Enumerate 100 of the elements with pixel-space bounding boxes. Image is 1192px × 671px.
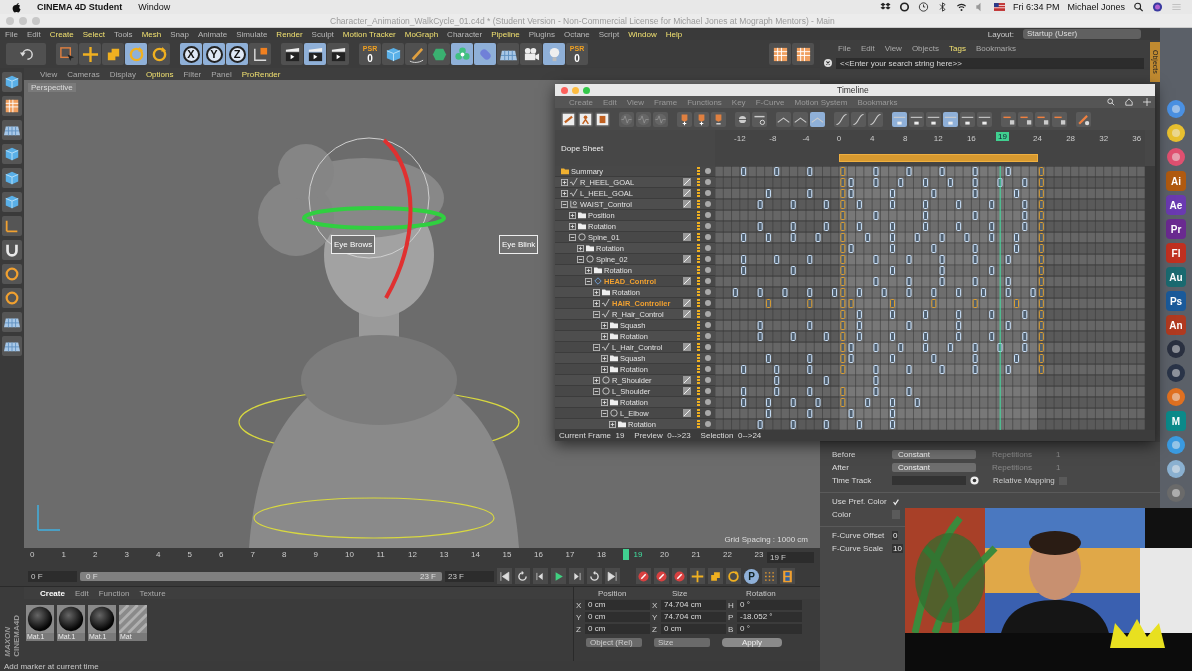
expand-toggle[interactable] bbox=[593, 288, 600, 296]
menu-item[interactable]: Bookmarks bbox=[975, 43, 1016, 53]
dropdown[interactable]: Constant bbox=[892, 463, 976, 472]
wifi-icon[interactable] bbox=[955, 2, 967, 12]
cube-button[interactable] bbox=[2, 168, 22, 188]
menu-item[interactable]: Texture bbox=[139, 588, 166, 598]
search-icon[interactable] bbox=[1133, 2, 1144, 12]
menu-item[interactable]: Render bbox=[276, 29, 303, 39]
axis-lock-button[interactable]: Z bbox=[226, 43, 248, 65]
waveform-button[interactable] bbox=[636, 111, 651, 127]
brush-button[interactable] bbox=[1076, 111, 1091, 127]
loop-button[interactable] bbox=[587, 568, 602, 584]
expand-toggle[interactable] bbox=[569, 211, 576, 219]
axis-lock-button[interactable]: Y bbox=[203, 43, 225, 65]
app-icon[interactable] bbox=[1166, 459, 1186, 479]
loop-button[interactable] bbox=[515, 568, 530, 584]
expand-toggle[interactable] bbox=[601, 321, 608, 329]
go-to-start-button[interactable] bbox=[497, 568, 512, 584]
frame-field[interactable]: 19 F bbox=[767, 551, 814, 563]
expand-toggle[interactable] bbox=[593, 299, 600, 307]
peak-button[interactable] bbox=[793, 111, 808, 127]
expand-toggle[interactable] bbox=[577, 244, 584, 252]
line-button[interactable] bbox=[752, 111, 767, 127]
cube-button[interactable] bbox=[382, 43, 404, 65]
dots-button[interactable] bbox=[762, 568, 777, 584]
expand-toggle[interactable] bbox=[561, 189, 568, 197]
clapperboard-button[interactable] bbox=[304, 43, 326, 65]
circle-button[interactable] bbox=[735, 111, 750, 127]
menu-item[interactable]: Pipeline bbox=[491, 29, 520, 39]
menu-item[interactable]: Plugins bbox=[528, 29, 555, 39]
mode-dropdown[interactable]: Object (Rel) bbox=[586, 638, 642, 647]
checker-button[interactable] bbox=[769, 43, 791, 65]
number-field[interactable]: 0 cm bbox=[661, 624, 726, 634]
number-field[interactable]: 0 ° bbox=[737, 600, 802, 610]
expand-toggle[interactable] bbox=[609, 420, 616, 428]
menu-item[interactable]: Edit bbox=[860, 43, 875, 53]
layout-dropdown[interactable]: Startup (User) bbox=[1023, 29, 1141, 39]
film-button[interactable] bbox=[595, 111, 610, 127]
curve-button[interactable] bbox=[851, 111, 866, 127]
expand-toggle[interactable] bbox=[601, 332, 608, 340]
menu-item[interactable]: Function bbox=[98, 588, 130, 598]
expand-toggle[interactable] bbox=[593, 376, 600, 384]
lock-button[interactable] bbox=[1035, 111, 1050, 127]
grid-button[interactable] bbox=[2, 120, 22, 140]
key-add-button[interactable] bbox=[694, 111, 709, 127]
figure-button[interactable] bbox=[578, 111, 593, 127]
previous-key-button[interactable] bbox=[533, 568, 548, 584]
app-icon[interactable] bbox=[1166, 99, 1186, 119]
number-field[interactable]: 74.704 cm bbox=[661, 600, 726, 610]
lock-button[interactable] bbox=[1018, 111, 1033, 127]
waveform-button[interactable] bbox=[619, 111, 634, 127]
next-key-button[interactable] bbox=[569, 568, 584, 584]
menu-item[interactable]: Options bbox=[145, 69, 174, 79]
close-icon[interactable] bbox=[824, 59, 832, 67]
number-field[interactable]: 0 cm bbox=[585, 600, 650, 610]
menu-item[interactable]: View bbox=[884, 43, 902, 53]
expand-toggle[interactable] bbox=[585, 277, 592, 285]
number-field[interactable]: 0 cm bbox=[585, 624, 650, 634]
arrows-icon[interactable] bbox=[1143, 98, 1151, 106]
menu-item[interactable]: Display bbox=[109, 69, 136, 79]
menu-item[interactable]: MoGraph bbox=[404, 29, 439, 39]
menu-item[interactable]: File bbox=[5, 29, 18, 39]
user-name[interactable]: Michael Jones bbox=[1067, 2, 1125, 12]
viewport-label[interactable]: Eye Blink bbox=[499, 235, 539, 254]
clock-text[interactable]: Fri 6:34 PM bbox=[1012, 2, 1060, 12]
app-icon[interactable]: Fl bbox=[1166, 243, 1186, 263]
number-field[interactable]: 0 cm bbox=[585, 612, 650, 622]
rotate-button[interactable] bbox=[726, 568, 741, 584]
menu-item[interactable]: Simulate bbox=[236, 29, 268, 39]
menu-item[interactable]: Script bbox=[598, 29, 620, 39]
scale-button[interactable] bbox=[102, 43, 124, 65]
app-icon[interactable]: Ps bbox=[1166, 291, 1186, 311]
floor-grid-button[interactable] bbox=[497, 43, 519, 65]
scale-button[interactable] bbox=[708, 568, 723, 584]
grid-button[interactable] bbox=[2, 336, 22, 356]
dope-sheet-drawing[interactable] bbox=[715, 166, 1145, 430]
expand-toggle[interactable] bbox=[601, 354, 608, 362]
peak-button[interactable] bbox=[810, 111, 825, 127]
expand-toggle[interactable] bbox=[593, 387, 600, 395]
ring-button[interactable] bbox=[2, 288, 22, 308]
clapperboard-button[interactable] bbox=[327, 43, 349, 65]
number-field[interactable]: -18.052 ° bbox=[737, 612, 802, 622]
menu-item[interactable]: Create bbox=[49, 29, 74, 39]
camera-button[interactable] bbox=[520, 43, 542, 65]
menu-item[interactable]: Help bbox=[665, 29, 683, 39]
app-icon[interactable]: Ae bbox=[1166, 195, 1186, 215]
search-field[interactable]: <<Enter your search string here>> bbox=[836, 57, 1144, 69]
menu-item[interactable]: Animate bbox=[197, 29, 228, 39]
hexagon-button[interactable] bbox=[428, 43, 450, 65]
selection-button[interactable] bbox=[56, 43, 78, 65]
lock-button[interactable] bbox=[1052, 111, 1067, 127]
menu-item[interactable]: Window bbox=[628, 29, 657, 39]
range-slider[interactable] bbox=[80, 571, 442, 581]
menu-item[interactable]: Snap bbox=[170, 29, 189, 39]
lock-button[interactable] bbox=[1001, 111, 1016, 127]
menu-item[interactable]: Cameras bbox=[67, 69, 100, 79]
checker-button[interactable] bbox=[2, 96, 22, 116]
mode-dropdown[interactable]: Size bbox=[654, 638, 710, 647]
app-icon[interactable]: Pr bbox=[1166, 219, 1186, 239]
scrollbar[interactable] bbox=[1145, 166, 1155, 430]
